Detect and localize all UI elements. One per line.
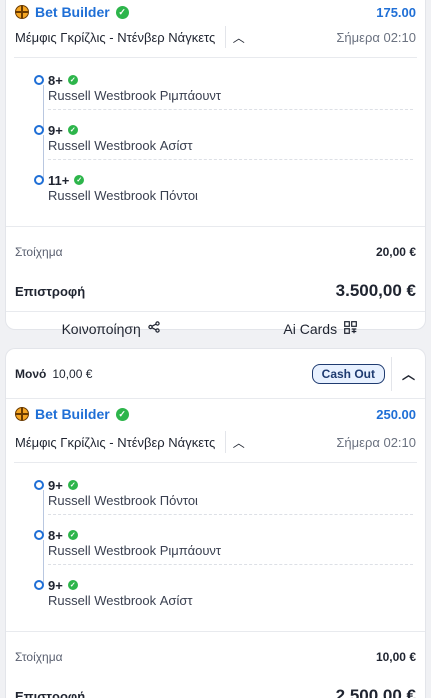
check-icon: ✓ bbox=[115, 407, 129, 421]
basketball-icon bbox=[15, 407, 29, 421]
grid-icon bbox=[344, 320, 357, 337]
check-icon: ✓ bbox=[67, 480, 78, 490]
match-time: Σήμερα 02:10 bbox=[336, 29, 416, 45]
leg-dot-icon bbox=[34, 75, 44, 85]
leg-name: Russell Westbrook Πόντοι bbox=[48, 493, 413, 515]
leg-item: 9+ ✓ Russell Westbrook Ασίστ bbox=[6, 114, 425, 164]
return-row: Επιστροφή 3.500,00 € bbox=[6, 271, 425, 311]
check-icon: ✓ bbox=[67, 530, 78, 540]
odds-value: 175.00 bbox=[376, 4, 416, 20]
stake-row: Στοίχημα 10,00 € bbox=[6, 632, 425, 682]
bet-builder-title: Bet Builder bbox=[35, 4, 110, 20]
stake-value: 10,00 € bbox=[375, 650, 416, 664]
check-icon: ✓ bbox=[67, 580, 78, 590]
leg-item: 8+ ✓ Russell Westbrook Ριμπάουντ bbox=[6, 519, 425, 569]
leg-item: 9+ ✓ Russell Westbrook Ασίστ bbox=[6, 569, 425, 619]
match-name: Μέμφις Γκρίζλις - Ντένβερ Νάγκετς bbox=[15, 434, 216, 450]
share-button[interactable]: Κοινοποίηση bbox=[6, 312, 216, 345]
leg-dot-icon bbox=[34, 530, 44, 540]
leg-line: 11+ bbox=[48, 172, 70, 188]
bet-builder-header: Bet Builder ✓ 250.00 bbox=[6, 399, 425, 429]
stake-label: Στοίχημα bbox=[15, 650, 63, 664]
bet-card-1: Bet Builder ✓ 175.00 Μέμφις Γκρίζλις - Ν… bbox=[5, 0, 426, 337]
leg-item: 9+ ✓ Russell Westbrook Πόντοι bbox=[6, 469, 425, 519]
return-value: 3.500,00 € bbox=[335, 281, 416, 300]
bet-card-2: Μονό 10,00 € Cash Out ︿ Bet Builder ✓ 25… bbox=[5, 348, 426, 698]
ai-cards-button[interactable]: Ai Cards bbox=[216, 312, 426, 345]
single-amount: 10,00 € bbox=[52, 366, 93, 381]
leg-dot-icon bbox=[34, 175, 44, 185]
leg-name: Russell Westbrook Ασίστ bbox=[48, 138, 413, 160]
bet-builder-title: Bet Builder bbox=[35, 406, 110, 422]
leg-dot-icon bbox=[34, 580, 44, 590]
match-row: Μέμφις Γκρίζλις - Ντένβερ Νάγκετς ︿ Σήμε… bbox=[6, 429, 425, 455]
check-icon: ✓ bbox=[67, 75, 78, 85]
return-label: Επιστροφή bbox=[15, 688, 86, 698]
leg-line: 8+ bbox=[48, 72, 63, 88]
chevron-up-icon[interactable]: ︿ bbox=[225, 26, 251, 48]
check-icon: ✓ bbox=[74, 175, 85, 185]
check-icon: ✓ bbox=[115, 5, 129, 19]
chevron-up-icon[interactable]: ︿ bbox=[391, 356, 425, 391]
match-time: Σήμερα 02:10 bbox=[336, 434, 416, 450]
leg-line: 9+ bbox=[48, 122, 63, 138]
leg-item: 8+ ✓ Russell Westbrook Ριμπάουντ bbox=[6, 64, 425, 114]
leg-item: 11+ ✓ Russell Westbrook Πόντοι bbox=[6, 164, 425, 214]
cash-out-button[interactable]: Cash Out bbox=[311, 363, 385, 384]
share-label: Κοινοποίηση bbox=[61, 320, 141, 337]
odds-value: 250.00 bbox=[376, 406, 416, 422]
leg-name: Russell Westbrook Πόντοι bbox=[48, 188, 198, 203]
return-value: 2.500,00 € bbox=[335, 686, 416, 698]
return-row: Επιστροφή 2.500,00 € bbox=[6, 676, 425, 698]
basketball-icon bbox=[15, 5, 29, 19]
leg-name: Russell Westbrook Ασίστ bbox=[48, 593, 193, 608]
leg-line: 9+ bbox=[48, 577, 63, 593]
leg-name: Russell Westbrook Ριμπάουντ bbox=[48, 88, 413, 110]
return-label: Επιστροφή bbox=[15, 283, 86, 299]
single-label: Μονό bbox=[15, 366, 47, 381]
single-bet-header: Μονό 10,00 € Cash Out ︿ bbox=[6, 349, 425, 399]
leg-dot-icon bbox=[34, 125, 44, 135]
stake-label: Στοίχημα bbox=[15, 245, 63, 259]
stake-value: 20,00 € bbox=[375, 245, 416, 259]
leg-dot-icon bbox=[34, 480, 44, 490]
leg-line: 8+ bbox=[48, 527, 63, 543]
share-icon bbox=[148, 321, 160, 336]
legs-list: 9+ ✓ Russell Westbrook Πόντοι 8+ ✓ Russell… bbox=[6, 463, 425, 623]
chevron-up-icon[interactable]: ︿ bbox=[225, 431, 251, 453]
check-icon: ✓ bbox=[67, 125, 78, 135]
leg-name: Russell Westbrook Ριμπάουντ bbox=[48, 543, 413, 565]
actions-bar: Κοινοποίηση Ai Cards bbox=[6, 311, 425, 345]
leg-line: 9+ bbox=[48, 477, 63, 493]
ai-cards-label: Ai Cards bbox=[283, 320, 338, 337]
stake-row: Στοίχημα 20,00 € bbox=[6, 227, 425, 277]
bet-builder-header: Bet Builder ✓ 175.00 bbox=[6, 0, 425, 24]
match-row: Μέμφις Γκρίζλις - Ντένβερ Νάγκετς ︿ Σήμε… bbox=[6, 24, 425, 50]
legs-list: 8+ ✓ Russell Westbrook Ριμπάουντ 9+ ✓ Russ… bbox=[6, 58, 425, 218]
match-name: Μέμφις Γκρίζλις - Ντένβερ Νάγκετς bbox=[15, 29, 216, 45]
